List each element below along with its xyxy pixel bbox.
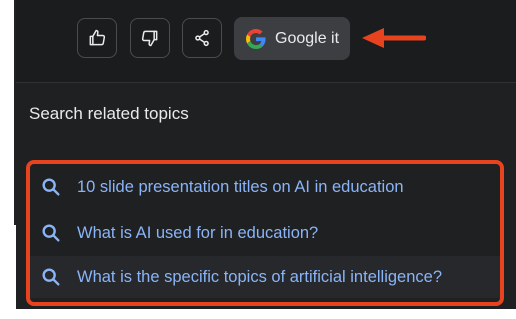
section-title: Search related topics <box>29 104 189 123</box>
toolbar-divider <box>16 82 516 83</box>
left-page-edge <box>0 0 16 319</box>
response-panel: Google it Search related topics 10 slide… <box>16 0 516 309</box>
google-logo-icon <box>246 28 266 49</box>
bottom-margin <box>16 309 516 319</box>
google-it-label: Google it <box>275 29 340 47</box>
thumbs-down-icon <box>141 30 158 47</box>
share-icon <box>195 29 209 47</box>
google-it-button[interactable]: Google it <box>234 17 350 60</box>
thumbs-up-icon <box>89 29 106 46</box>
annotation-arrow-icon <box>362 28 426 48</box>
action-toolbar: Google it <box>16 0 516 82</box>
thumbs-up-button[interactable] <box>77 18 117 58</box>
share-button[interactable] <box>182 18 222 58</box>
thumbs-down-button[interactable] <box>130 18 170 58</box>
annotation-highlight-box <box>26 160 504 306</box>
